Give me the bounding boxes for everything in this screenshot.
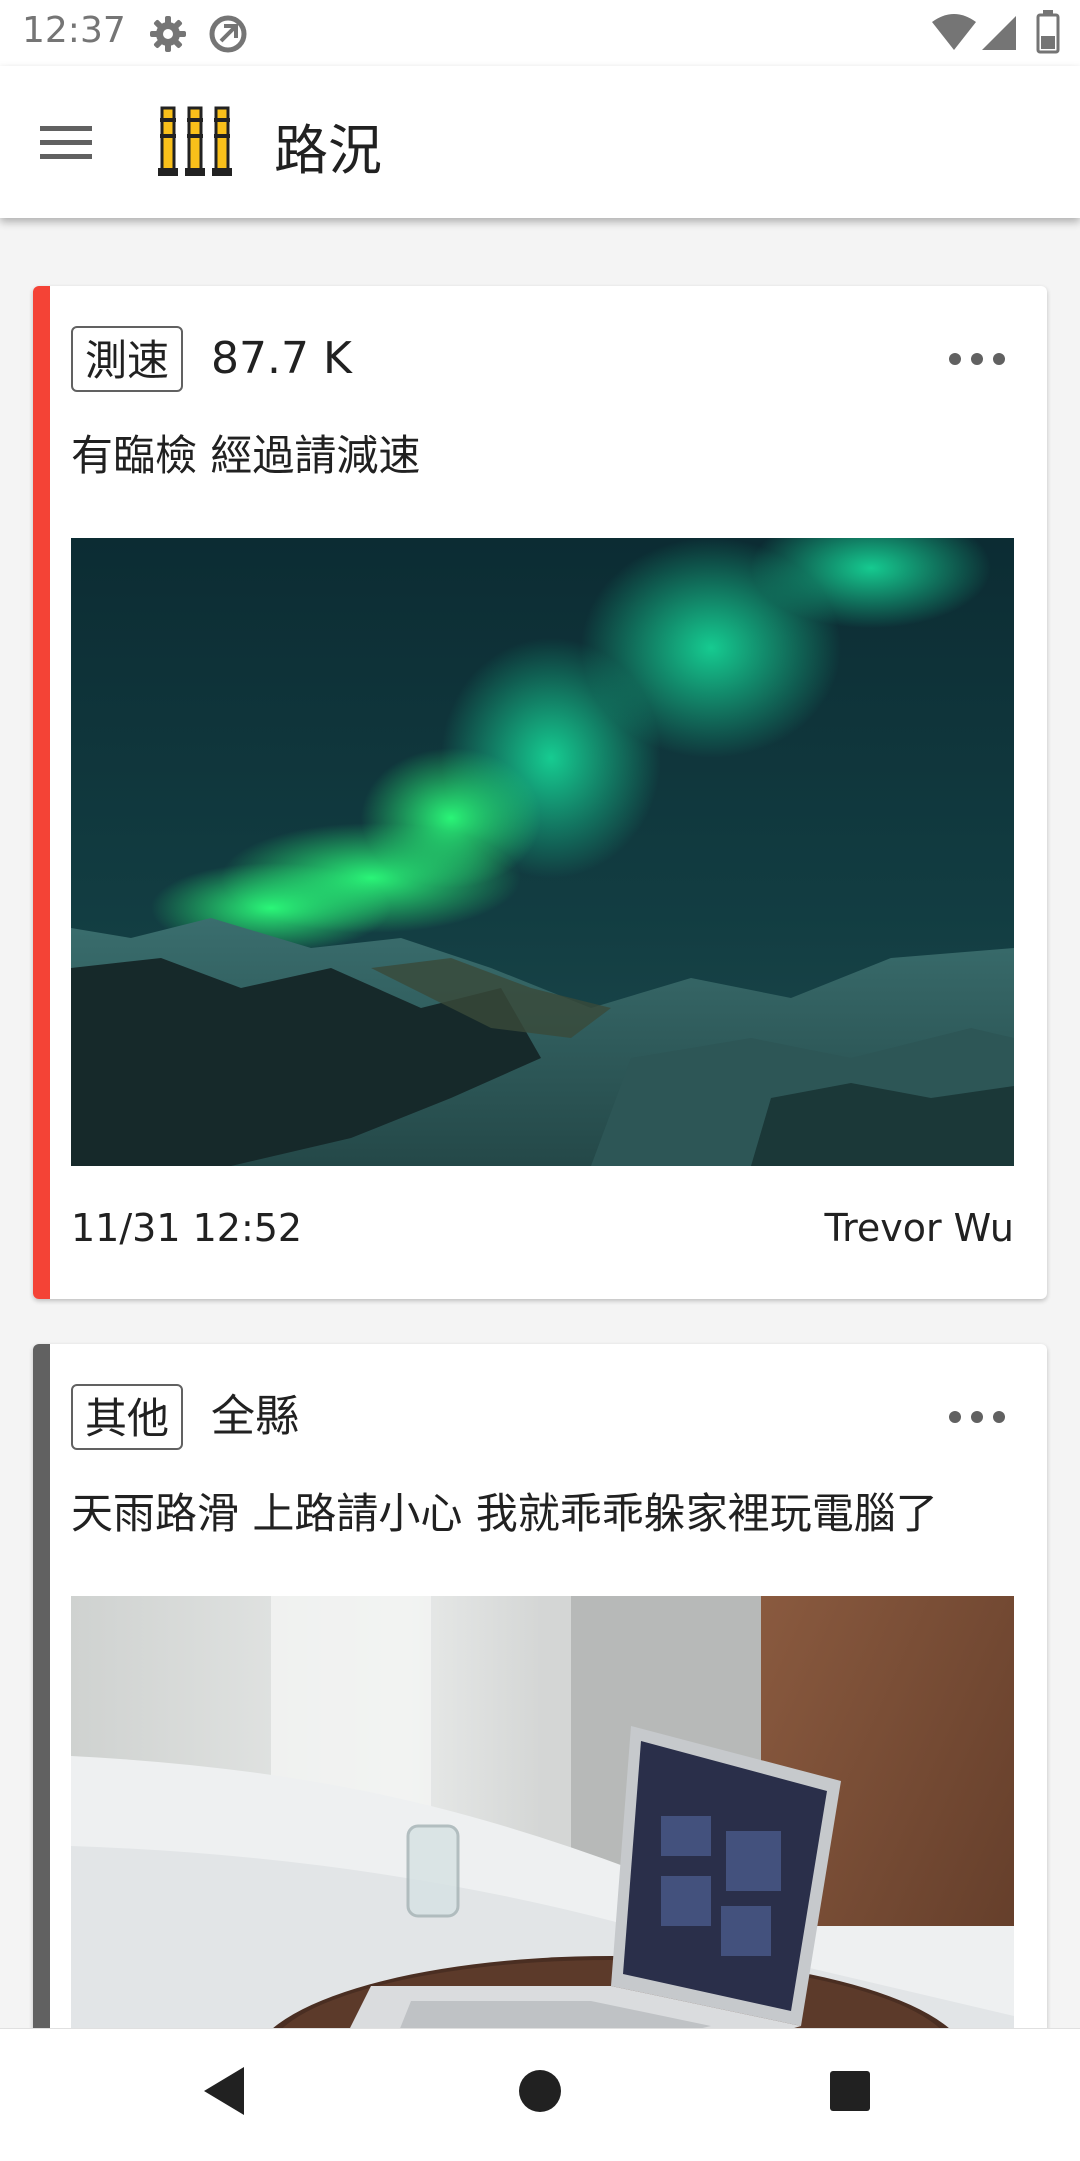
page-title: 路況 [274, 119, 382, 182]
hamburger-icon [40, 126, 92, 159]
post-author: Trevor Wu [824, 1206, 1014, 1250]
post-photo-aurora[interactable] [71, 538, 1014, 1166]
system-nav-bar [0, 2028, 1080, 2161]
back-button[interactable] [200, 2063, 248, 2123]
more-options-button[interactable] [945, 342, 1009, 376]
card-accent-bar [33, 286, 50, 1299]
recents-button[interactable] [826, 2063, 874, 2123]
post-timestamp: 11/31 12:52 [71, 1206, 303, 1250]
post-message: 有臨檢 經過請減速 [71, 431, 421, 480]
more-options-button[interactable] [945, 1400, 1009, 1434]
post-card[interactable]: 其他 全縣 天雨路滑 上路請小心 我就乖乖躲家裡玩電腦了 [33, 1344, 1047, 2028]
card-accent-bar [33, 1344, 50, 2028]
post-feed[interactable]: 測速 87.7 K 有臨檢 經過請減速 11/31 12:52 Trevor W… [0, 218, 1080, 2028]
wifi-icon [932, 14, 976, 56]
post-message: 天雨路滑 上路請小心 我就乖乖躲家裡玩電腦了 [71, 1489, 938, 1538]
recents-icon [830, 2071, 870, 2111]
cellular-signal-icon [982, 14, 1018, 56]
post-meta-value: 87.7 K [211, 333, 352, 384]
status-time: 12:37 [22, 10, 126, 51]
home-button[interactable] [516, 2063, 564, 2123]
sync-icon [208, 14, 248, 58]
more-horizontal-icon [949, 1411, 1005, 1423]
app-bar: 路況 [0, 66, 1080, 218]
menu-button[interactable] [40, 112, 114, 172]
post-photo-laptop[interactable] [71, 1596, 1014, 2028]
post-meta-value: 全縣 [211, 1391, 299, 1442]
back-icon [204, 2067, 244, 2115]
road-barrier-icon [156, 104, 236, 184]
status-bar: 12:37 [0, 0, 1080, 66]
home-icon [519, 2070, 561, 2112]
post-card[interactable]: 測速 87.7 K 有臨檢 經過請減速 11/31 12:52 Trevor W… [33, 286, 1047, 1299]
more-horizontal-icon [949, 353, 1005, 365]
gear-icon [148, 14, 188, 58]
category-tag: 其他 [71, 1384, 184, 1450]
battery-icon [1036, 10, 1060, 58]
category-tag: 測速 [71, 326, 184, 392]
